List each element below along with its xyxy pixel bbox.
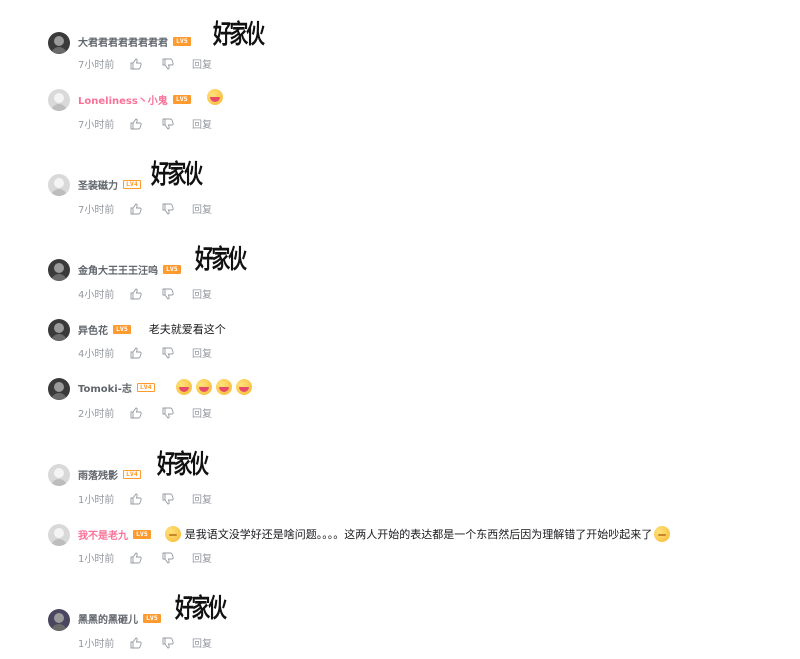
sticker-text: 好家伙 xyxy=(212,20,265,50)
timestamp: 1小时前 xyxy=(78,554,115,565)
sticker-text: 好家伙 xyxy=(194,245,247,275)
comment-meta: 4小时前 回复 xyxy=(78,286,212,301)
reply-button[interactable]: 回复 xyxy=(192,405,212,420)
thumbs-down-icon[interactable] xyxy=(162,552,174,564)
level-badge: LV5 xyxy=(133,529,151,539)
avatar[interactable] xyxy=(48,174,70,196)
timestamp: 1小时前 xyxy=(78,639,115,650)
level-badge: LV5 xyxy=(113,324,131,334)
reply-button[interactable]: 回复 xyxy=(192,286,212,301)
comment-meta: 7小时前 回复 xyxy=(78,56,212,71)
thumbs-down-icon[interactable] xyxy=(162,493,174,505)
thumbs-down-icon[interactable] xyxy=(162,203,174,215)
reply-button[interactable]: 回复 xyxy=(192,116,212,131)
reply-button[interactable]: 回复 xyxy=(192,56,212,71)
comment-header: 异色花 LV5 老夫就爱看这个 xyxy=(78,321,226,337)
avatar[interactable] xyxy=(48,524,70,546)
shy-emoji-icon xyxy=(654,526,671,542)
thumbs-down-icon[interactable] xyxy=(162,288,174,300)
comment-meta: 1小时前 回复 xyxy=(78,550,212,565)
thumbs-up-icon[interactable] xyxy=(130,118,142,130)
avatar[interactable] xyxy=(48,89,70,111)
username[interactable]: 圣装磁力 xyxy=(78,177,118,192)
drool-emoji-icon xyxy=(215,378,232,395)
username[interactable]: 金角大王王王汪呜 xyxy=(78,262,158,277)
thumbs-up-icon[interactable] xyxy=(130,407,142,419)
reply-button[interactable]: 回复 xyxy=(192,635,212,650)
reply-button[interactable]: 回复 xyxy=(192,201,212,216)
shy-emoji-icon xyxy=(164,526,181,542)
level-badge: LV4 xyxy=(136,383,155,392)
thumbs-down-icon[interactable] xyxy=(162,58,174,70)
thumbs-up-icon[interactable] xyxy=(130,552,142,564)
thumbs-up-icon[interactable] xyxy=(130,493,142,505)
username[interactable]: 异色花 xyxy=(78,322,108,337)
drool-emoji-icon xyxy=(206,88,223,105)
username[interactable]: Tomoki-志 xyxy=(78,380,132,395)
level-badge: LV4 xyxy=(123,180,141,189)
level-badge: LV5 xyxy=(163,265,181,274)
drool-emoji-icon xyxy=(175,378,192,395)
thumbs-down-icon[interactable] xyxy=(162,407,174,419)
level-badge: LV5 xyxy=(172,95,191,104)
emoji-group xyxy=(173,378,252,395)
thumbs-down-icon[interactable] xyxy=(162,347,174,359)
avatar[interactable] xyxy=(48,378,70,400)
comment-header: Loneliness丶小鬼 LV5 xyxy=(78,88,223,107)
timestamp: 1小时前 xyxy=(78,495,115,506)
comment-header: 大君君君君君君君君 LV5 好家伙 xyxy=(78,20,282,51)
comment-header: 雨落残影 LV4 好家伙 xyxy=(78,450,226,482)
comment-meta: 1小时前 回复 xyxy=(78,491,212,506)
timestamp: 4小时前 xyxy=(78,290,115,301)
comment-header: 圣装磁力 LV4 好家伙 xyxy=(78,160,220,192)
reply-button[interactable]: 回复 xyxy=(192,550,212,565)
comment-text: 老夫就爱看这个 xyxy=(148,323,226,336)
avatar[interactable] xyxy=(48,32,70,54)
level-badge: LV4 xyxy=(123,470,141,479)
comment-header: 黑黑的黑砸儿 LV5 好家伙 xyxy=(78,594,244,626)
sticker-text: 好家伙 xyxy=(156,450,209,480)
avatar[interactable] xyxy=(48,464,70,486)
thumbs-down-icon[interactable] xyxy=(162,118,174,130)
drool-emoji-icon xyxy=(235,378,252,395)
username[interactable]: 大君君君君君君君君 xyxy=(78,34,168,49)
timestamp: 2小时前 xyxy=(78,409,115,420)
username[interactable]: 我不是老九 xyxy=(78,527,128,542)
comment-header: 金角大王王王汪呜 LV5 好家伙 xyxy=(78,245,264,277)
comment-meta: 7小时前 回复 xyxy=(78,201,212,216)
avatar[interactable] xyxy=(48,319,70,341)
timestamp: 7小时前 xyxy=(78,205,115,216)
comment-meta: 1小时前 回复 xyxy=(78,635,212,650)
comment-meta: 2小时前 回复 xyxy=(78,405,212,420)
thumbs-up-icon[interactable] xyxy=(130,347,142,359)
username[interactable]: Loneliness丶小鬼 xyxy=(78,92,168,107)
avatar[interactable] xyxy=(48,259,70,281)
drool-emoji-icon xyxy=(195,378,212,395)
comment-header: 我不是老九 LV5 是我语文没学好还是啥问题。。。。这两人开始的表达都是一个东西… xyxy=(78,526,671,542)
username[interactable]: 黑黑的黑砸儿 xyxy=(78,611,138,626)
username[interactable]: 雨落残影 xyxy=(78,467,118,482)
reply-button[interactable]: 回复 xyxy=(192,491,212,506)
thumbs-up-icon[interactable] xyxy=(130,203,142,215)
level-badge: LV5 xyxy=(143,614,161,623)
thumbs-down-icon[interactable] xyxy=(162,637,174,649)
sticker-text: 好家伙 xyxy=(174,594,227,624)
level-badge: LV5 xyxy=(173,37,191,46)
comment-text: 是我语文没学好还是啥问题。。。。这两人开始的表达都是一个东西然后因为理解错了开始… xyxy=(184,528,653,541)
timestamp: 7小时前 xyxy=(78,120,115,131)
thumbs-up-icon[interactable] xyxy=(130,288,142,300)
avatar[interactable] xyxy=(48,609,70,631)
comment-header: Tomoki-志 LV4 xyxy=(78,378,252,395)
thumbs-up-icon[interactable] xyxy=(130,637,142,649)
timestamp: 4小时前 xyxy=(78,349,115,360)
comment-meta: 7小时前 回复 xyxy=(78,116,212,131)
sticker-text: 好家伙 xyxy=(150,160,203,190)
comment-meta: 4小时前 回复 xyxy=(78,345,212,360)
timestamp: 7小时前 xyxy=(78,60,115,71)
thumbs-up-icon[interactable] xyxy=(130,58,142,70)
reply-button[interactable]: 回复 xyxy=(192,345,212,360)
